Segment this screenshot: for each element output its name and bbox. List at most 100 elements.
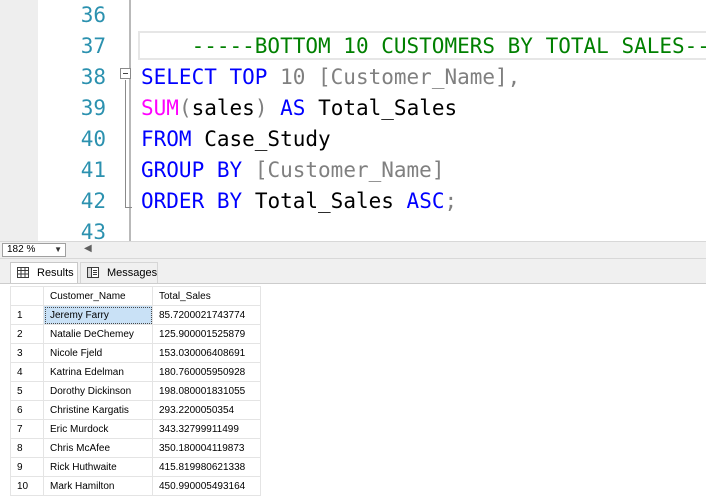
tab-messages-label: Messages bbox=[107, 267, 158, 279]
tab-results-label: Results bbox=[37, 267, 74, 279]
row-number[interactable]: 3 bbox=[10, 343, 44, 363]
sql-editor[interactable]: 36 37 38 39 40 41 42 43 -----BOTTOM 10 C… bbox=[0, 0, 706, 241]
keyword-from: FROM bbox=[141, 127, 192, 151]
cell-customer-name[interactable]: Eric Murdock bbox=[43, 419, 153, 439]
line-number: 41 bbox=[80, 158, 106, 182]
code-line-40[interactable]: FROM Case_Study bbox=[141, 124, 331, 155]
table-row: 10 Mark Hamilton 450.990005493164 bbox=[10, 476, 261, 496]
results-grid[interactable]: Customer_Name Total_Sales 1 Jeremy Farry… bbox=[10, 286, 261, 496]
keyword-select: SELECT bbox=[141, 65, 217, 89]
code-line-42[interactable]: ORDER BY Total_Sales ASC; bbox=[141, 186, 457, 217]
code-text: Total_Sales bbox=[242, 189, 407, 213]
column-header-customer-name[interactable]: Customer_Name bbox=[43, 286, 153, 306]
table-row: 2 Natalie DeChemey 125.900001525879 bbox=[10, 324, 261, 344]
row-number[interactable]: 5 bbox=[10, 381, 44, 401]
table-row: 1 Jeremy Farry 85.7200021743774 bbox=[10, 305, 261, 325]
table-row: 9 Rick Huthwaite 415.819980621338 bbox=[10, 457, 261, 477]
keyword-by: BY bbox=[216, 158, 243, 182]
code-line-41[interactable]: GROUP BY [Customer_Name] bbox=[141, 155, 444, 186]
line-number: 37 bbox=[80, 34, 106, 58]
grid-header-row: Customer_Name Total_Sales bbox=[10, 286, 261, 306]
editor-margin bbox=[0, 0, 38, 241]
keyword-group: GROUP bbox=[141, 158, 205, 182]
cell-total-sales[interactable]: 125.900001525879 bbox=[152, 324, 261, 344]
semicolon: ; bbox=[444, 189, 458, 213]
sql-comment: -----BOTTOM 10 CUSTOMERS BY TOTAL SALES-… bbox=[191, 34, 706, 58]
cell-customer-name[interactable]: Natalie DeChemey bbox=[43, 324, 153, 344]
cell-customer-name[interactable]: Dorothy Dickinson bbox=[43, 381, 153, 401]
paren-open: ( bbox=[178, 96, 192, 120]
cell-customer-name[interactable]: Mark Hamilton bbox=[43, 476, 153, 496]
cell-customer-name[interactable]: Christine Kargatis bbox=[43, 400, 153, 420]
row-number[interactable]: 8 bbox=[10, 438, 44, 458]
cell-total-sales[interactable]: 415.819980621338 bbox=[152, 457, 261, 477]
line-number: 36 bbox=[80, 3, 106, 27]
cell-total-sales[interactable]: 450.990005493164 bbox=[152, 476, 261, 496]
results-tabs: Results Messages bbox=[0, 259, 706, 284]
line-number: 39 bbox=[80, 96, 106, 120]
cell-total-sales[interactable]: 350.180004119873 bbox=[152, 438, 261, 458]
chevron-down-icon[interactable]: ▼ bbox=[54, 244, 62, 256]
change-tracking-bar bbox=[129, 0, 131, 241]
tab-results[interactable]: Results bbox=[10, 262, 78, 283]
zoom-value: 182 % bbox=[7, 244, 36, 255]
cell-total-sales[interactable]: 293.2200050354 bbox=[152, 400, 261, 420]
function-sum: SUM bbox=[141, 96, 179, 120]
fold-guide bbox=[125, 80, 126, 208]
cell-total-sales[interactable]: 180.760005950928 bbox=[152, 362, 261, 382]
table-row: 4 Katrina Edelman 180.760005950928 bbox=[10, 362, 261, 382]
row-number[interactable]: 9 bbox=[10, 457, 44, 477]
row-number[interactable]: 1 bbox=[10, 305, 44, 325]
keyword-top: TOP bbox=[229, 65, 268, 89]
cell-customer-name[interactable]: Katrina Edelman bbox=[43, 362, 153, 382]
code-text: sales bbox=[191, 96, 255, 120]
keyword-asc: ASC bbox=[406, 189, 445, 213]
cell-total-sales[interactable]: 343.32799911499 bbox=[152, 419, 261, 439]
code-text: [Customer_Name] bbox=[242, 158, 445, 182]
table-row: 8 Chris McAfee 350.180004119873 bbox=[10, 438, 261, 458]
line-number: 43 bbox=[80, 220, 106, 241]
cell-customer-name[interactable]: Nicole Fjeld bbox=[43, 343, 153, 363]
arrow-left-icon[interactable]: ◀ bbox=[84, 243, 92, 254]
keyword-by: BY bbox=[216, 189, 243, 213]
row-number[interactable]: 2 bbox=[10, 324, 44, 344]
column-header-total-sales[interactable]: Total_Sales bbox=[152, 286, 261, 306]
cell-total-sales[interactable]: 153.030006408691 bbox=[152, 343, 261, 363]
line-number: 38 bbox=[80, 65, 106, 89]
row-number[interactable]: 6 bbox=[10, 400, 44, 420]
code-line-36[interactable]: -----BOTTOM 10 CUSTOMERS BY TOTAL SALES-… bbox=[141, 0, 706, 58]
line-number: 42 bbox=[80, 189, 106, 213]
cell-customer-name[interactable]: Chris McAfee bbox=[43, 438, 153, 458]
cell-total-sales[interactable]: 198.080001831055 bbox=[152, 381, 261, 401]
cell-customer-name[interactable]: Jeremy Farry bbox=[43, 305, 153, 325]
table-row: 7 Eric Murdock 343.32799911499 bbox=[10, 419, 261, 439]
code-text: Case_Study bbox=[191, 127, 331, 151]
row-number[interactable]: 7 bbox=[10, 419, 44, 439]
table-row: 3 Nicole Fjeld 153.030006408691 bbox=[10, 343, 261, 363]
code-line-39[interactable]: SUM(sales) AS Total_Sales bbox=[141, 93, 457, 124]
row-number[interactable]: 10 bbox=[10, 476, 44, 496]
table-row: 6 Christine Kargatis 293.2200050354 bbox=[10, 400, 261, 420]
table-row: 5 Dorothy Dickinson 198.080001831055 bbox=[10, 381, 261, 401]
row-number[interactable]: 4 bbox=[10, 362, 44, 382]
code-text: Total_Sales bbox=[305, 96, 458, 120]
code-line-38[interactable]: SELECT TOP 10 [Customer_Name], bbox=[141, 62, 520, 93]
collapse-minus-icon[interactable] bbox=[120, 68, 131, 79]
row-number-header[interactable] bbox=[10, 286, 44, 306]
keyword-order: ORDER bbox=[141, 189, 205, 213]
code-text: 10 [Customer_Name], bbox=[267, 65, 521, 89]
fold-guide-end bbox=[125, 207, 132, 208]
tab-messages[interactable]: Messages bbox=[80, 262, 158, 283]
cell-total-sales[interactable]: 85.7200021743774 bbox=[152, 305, 261, 325]
line-number: 40 bbox=[80, 127, 106, 151]
grid-icon bbox=[17, 267, 29, 278]
keyword-as: AS bbox=[280, 96, 306, 120]
zoom-dropdown[interactable]: 182 % ▼ bbox=[2, 243, 66, 257]
messages-icon bbox=[87, 267, 99, 278]
paren-close: ) bbox=[254, 96, 268, 120]
cell-customer-name[interactable]: Rick Huthwaite bbox=[43, 457, 153, 477]
